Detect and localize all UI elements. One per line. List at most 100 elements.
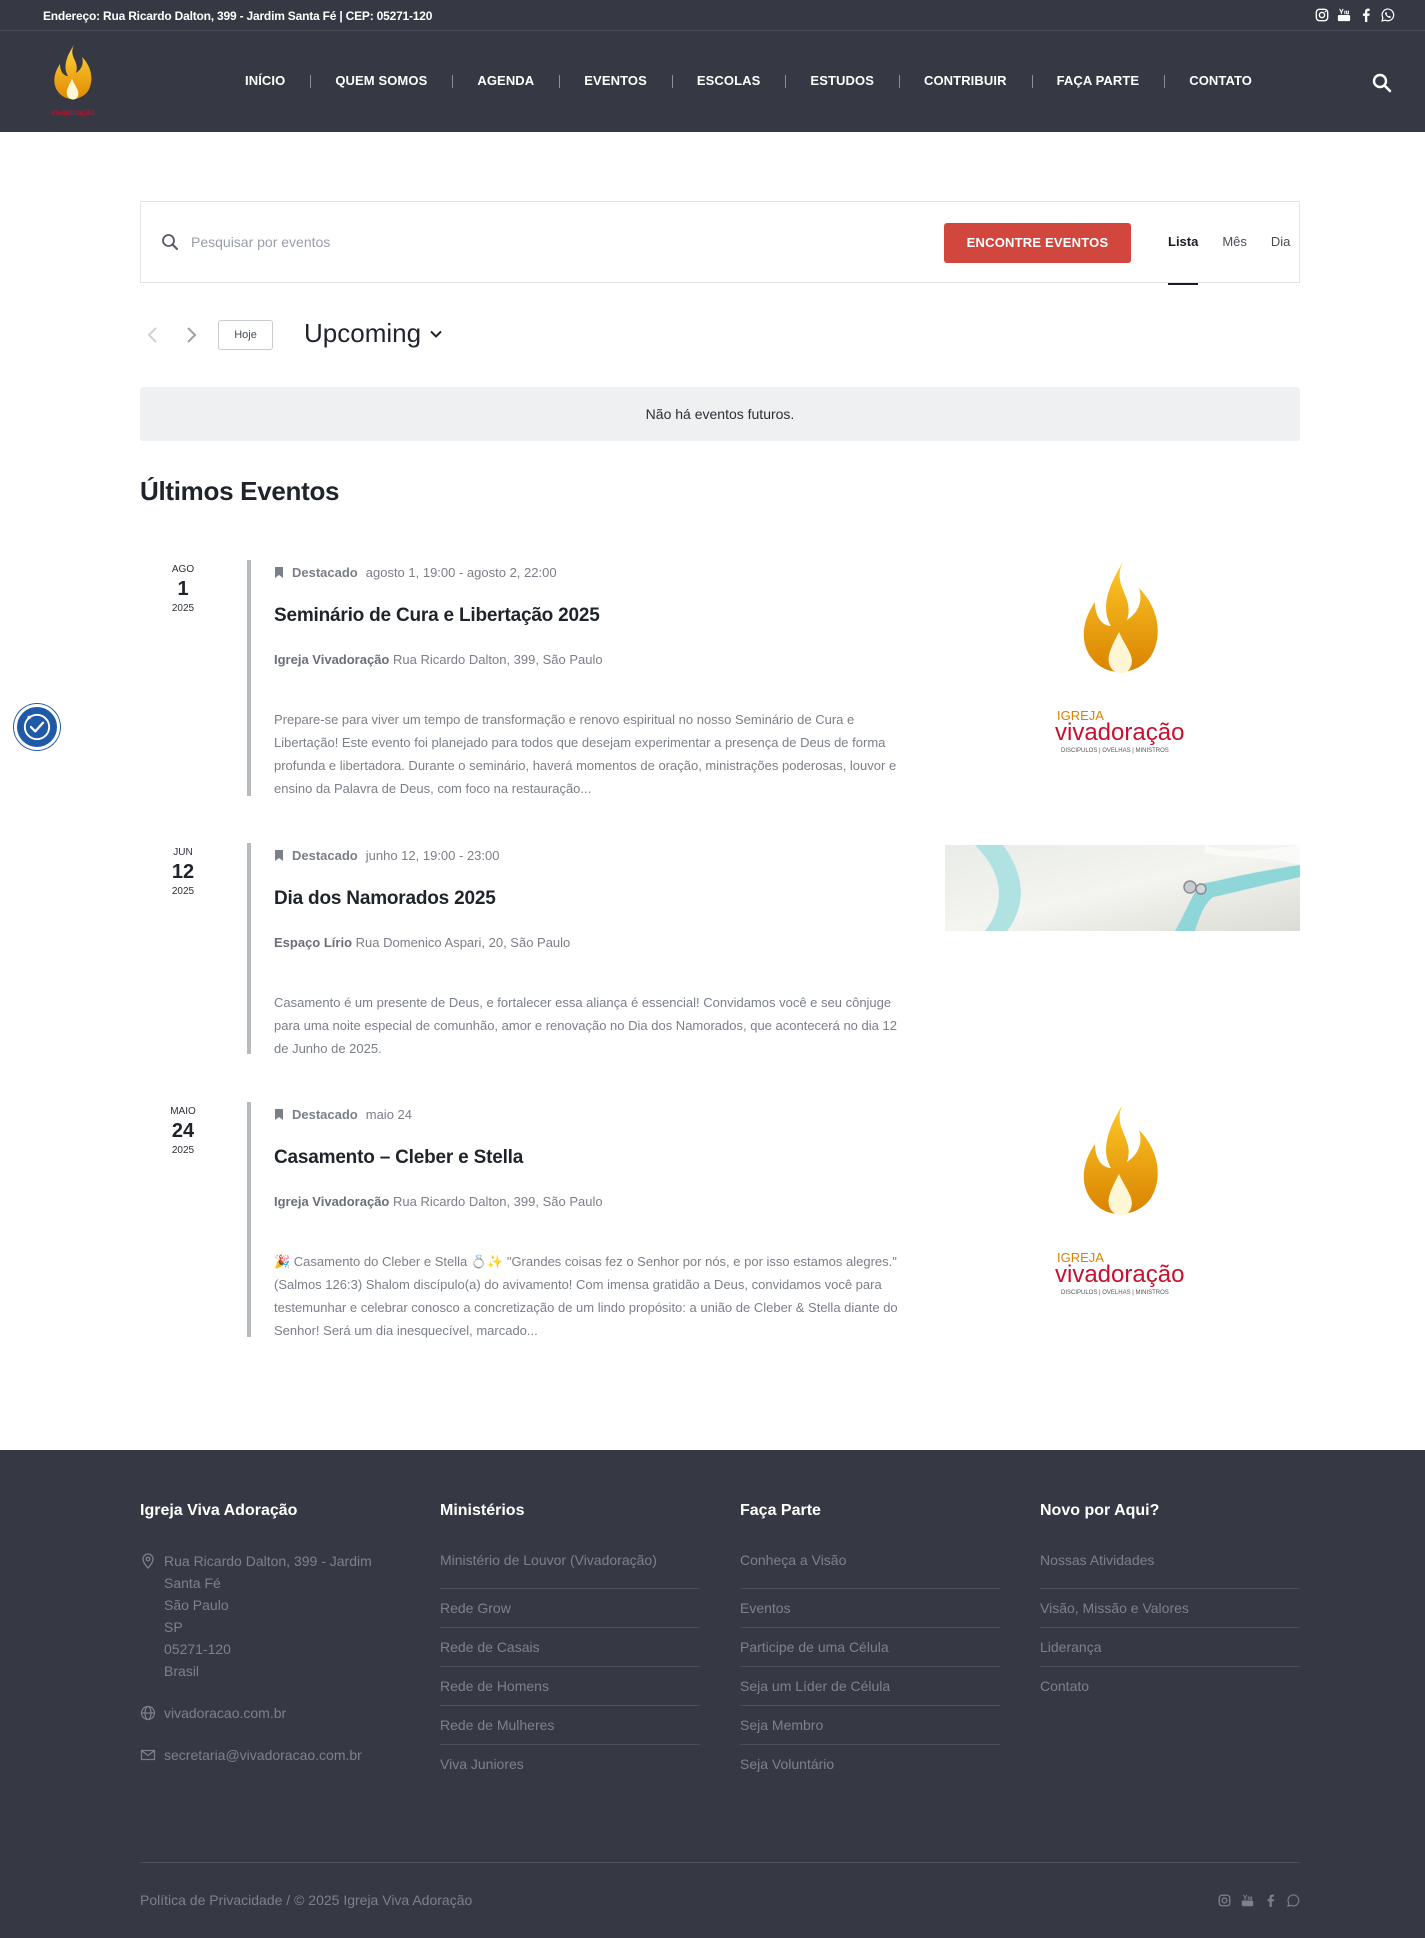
event-divider: [247, 1102, 251, 1337]
logo-name-text: vivadoração: [1055, 1261, 1184, 1288]
main-nav: INÍCIO QUEM SOMOS AGENDA EVENTOS ESCOLAS…: [220, 73, 1277, 88]
footer-link[interactable]: Nossas Atividades: [1040, 1550, 1300, 1589]
event-body: Destacado agosto 1, 19:00 - agosto 2, 22…: [274, 565, 906, 800]
view-tab-day[interactable]: Dia: [1259, 202, 1303, 284]
event-title[interactable]: Seminário de Cura e Libertação 2025: [274, 605, 906, 627]
footer-link[interactable]: Rede de Mulheres: [440, 1706, 700, 1745]
bookmark-icon: [275, 850, 283, 861]
email-icon: [140, 1749, 156, 1761]
nav-item-agenda[interactable]: AGENDA: [452, 73, 559, 88]
footer-link[interactable]: Liderança: [1040, 1628, 1300, 1667]
event-title[interactable]: Dia dos Namorados 2025: [274, 888, 906, 910]
logo-tagline-text: DISCIPULOS | OVELHAS | MINISTROS: [1061, 748, 1169, 754]
nav-item-eventos[interactable]: EVENTOS: [559, 73, 672, 88]
bookmark-icon: [275, 1109, 283, 1120]
event-date: MAIO 24 2025: [140, 1106, 226, 1156]
venue-address: Rua Domenico Aspari, 20, São Paulo: [355, 935, 571, 950]
instagram-icon[interactable]: [1218, 1894, 1231, 1907]
view-tab-list[interactable]: Lista: [1156, 202, 1210, 285]
event-date: JUN 12 2025: [140, 847, 226, 897]
footer-divider: [140, 1862, 1300, 1863]
event-year: 2025: [171, 886, 195, 897]
footer-address: Rua Ricardo Dalton, 399 - Jardim Santa F…: [140, 1550, 400, 1682]
footer-copyright[interactable]: Política de Privacidade / © 2025 Igreja …: [140, 1892, 472, 1908]
location-pin-icon: [142, 1553, 154, 1569]
date-range-selector[interactable]: Upcoming: [304, 318, 443, 349]
website-link[interactable]: vivadoracao.com.br: [164, 1702, 286, 1724]
footer-link[interactable]: Seja Membro: [740, 1706, 1000, 1745]
event-datetime: maio 24: [365, 1107, 412, 1122]
email-link[interactable]: secretaria@vivadoracao.com.br: [164, 1744, 362, 1766]
footer-col-faca-parte: Faça Parte Conheça a Visão Eventos Parti…: [740, 1502, 1000, 1784]
event-venue: Igreja Vivadoração Rua Ricardo Dalton, 3…: [274, 652, 906, 667]
footer-link[interactable]: Rede de Casais: [440, 1628, 700, 1667]
footer-link[interactable]: Eventos: [740, 1589, 1000, 1628]
event-title[interactable]: Casamento – Cleber e Stella: [274, 1147, 906, 1169]
event-divider: [247, 560, 251, 796]
footer-link[interactable]: Rede Grow: [440, 1589, 700, 1628]
logo-name-text: vivadoração: [1055, 719, 1184, 746]
past-events-title: Últimos Eventos: [140, 476, 340, 506]
header-search-icon[interactable]: [1372, 73, 1392, 93]
featured-label: Destacado: [292, 565, 358, 580]
search-icon: [162, 234, 178, 250]
whatsapp-icon[interactable]: [1381, 8, 1395, 22]
footer-link[interactable]: Participe de uma Célula: [740, 1628, 1000, 1667]
logo-tagline-text: DISCIPULOS | OVELHAS | MINISTROS: [1061, 1290, 1169, 1296]
featured-label: Destacado: [292, 1107, 358, 1122]
footer-link[interactable]: Conheça a Visão: [740, 1550, 1000, 1589]
event-image-logo[interactable]: IGREJA vivadoração DISCIPULOS | OVELHAS …: [945, 1102, 1300, 1302]
footer-link[interactable]: Seja um Líder de Célula: [740, 1667, 1000, 1706]
venue-name: Igreja Vivadoração: [274, 1194, 390, 1209]
footer-link[interactable]: Contato: [1040, 1667, 1300, 1706]
accessibility-icon[interactable]: [14, 704, 60, 750]
nav-item-contato[interactable]: CONTATO: [1164, 73, 1277, 88]
event-month: JUN: [173, 847, 193, 858]
event-datetime: junho 12, 19:00 - 23:00: [365, 848, 500, 863]
venue-address: Rua Ricardo Dalton, 399, São Paulo: [393, 1194, 603, 1209]
today-button[interactable]: Hoje: [218, 320, 273, 350]
globe-icon: [140, 1705, 156, 1721]
facebook-icon[interactable]: [1359, 8, 1373, 22]
event-image-logo[interactable]: IGREJA vivadoração DISCIPULOS | OVELHAS …: [945, 560, 1300, 760]
footer-website[interactable]: vivadoracao.com.br: [140, 1702, 400, 1724]
footer-link[interactable]: Rede de Homens: [440, 1667, 700, 1706]
youtube-icon[interactable]: [1337, 8, 1351, 22]
bookmark-icon: [275, 567, 283, 578]
address-line: SP: [164, 1619, 183, 1635]
footer-heading: Ministérios: [440, 1502, 525, 1519]
date-range-label: Upcoming: [304, 318, 422, 348]
nav-item-contribuir[interactable]: CONTRIBUIR: [898, 73, 1032, 88]
footer-email[interactable]: secretaria@vivadoracao.com.br: [140, 1744, 400, 1766]
facebook-icon[interactable]: [1264, 1894, 1277, 1907]
footer-col-ministerios: Ministérios Ministério de Louvor (Vivado…: [440, 1502, 700, 1784]
footer-link[interactable]: Visão, Missão e Valores: [1040, 1589, 1300, 1628]
address-line: Santa Fé: [164, 1575, 221, 1591]
find-events-button[interactable]: ENCONTRE EVENTOS: [944, 223, 1131, 263]
nav-item-quem-somos[interactable]: QUEM SOMOS: [310, 73, 452, 88]
event-meta: Destacado agosto 1, 19:00 - agosto 2, 22…: [274, 565, 906, 580]
next-arrow-icon[interactable]: [183, 325, 199, 345]
footer-link[interactable]: Seja Voluntário: [740, 1745, 1000, 1784]
site-logo[interactable]: vivadoração: [44, 43, 102, 119]
address-line: 05271-120: [164, 1641, 231, 1657]
events-search-input[interactable]: [191, 226, 891, 258]
svg-text:vivadoração: vivadoração: [51, 108, 95, 117]
event-day: 1: [177, 578, 189, 600]
prev-arrow-icon[interactable]: [145, 325, 161, 345]
whatsapp-icon[interactable]: [1287, 1894, 1300, 1907]
footer-heading: Igreja Viva Adoração: [140, 1502, 298, 1519]
address-line: Brasil: [164, 1663, 200, 1679]
event-month: AGO: [171, 564, 195, 575]
venue-name: Espaço Lírio: [274, 935, 353, 950]
nav-item-escolas[interactable]: ESCOLAS: [671, 73, 786, 88]
instagram-icon[interactable]: [1315, 8, 1329, 22]
youtube-icon[interactable]: [1241, 1894, 1254, 1907]
footer-link[interactable]: Viva Juniores: [440, 1745, 700, 1784]
event-image-photo[interactable]: [945, 845, 1300, 931]
footer-link[interactable]: Ministério de Louvor (Vivadoração): [440, 1550, 700, 1589]
nav-item-inicio[interactable]: INÍCIO: [220, 73, 310, 88]
nav-item-faca-parte[interactable]: FAÇA PARTE: [1031, 73, 1165, 88]
view-tab-month[interactable]: Mês: [1210, 202, 1259, 284]
nav-item-estudos[interactable]: ESTUDOS: [785, 73, 899, 88]
